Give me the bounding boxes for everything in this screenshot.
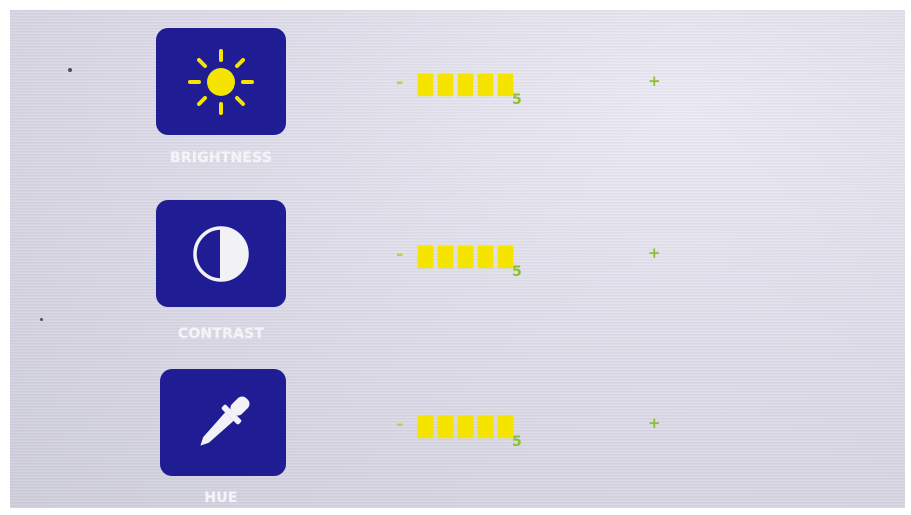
level-segment: [418, 74, 433, 96]
brightness-increase[interactable]: +: [648, 72, 661, 90]
hue-row[interactable]: HUE - 5 +: [10, 368, 905, 508]
level-segment: [438, 416, 453, 438]
eyedropper-icon: [200, 395, 250, 446]
level-segment: [478, 416, 493, 438]
brightness-slider[interactable]: - 5 +: [396, 72, 676, 112]
hue-value: 5: [512, 434, 522, 450]
brightness-level-bars: [418, 74, 513, 96]
hue-increase[interactable]: +: [648, 414, 661, 432]
contrast-slider[interactable]: - 5 +: [396, 244, 676, 284]
level-segment: [438, 74, 453, 96]
osd-screen: BRIGHTNESS - 5 + CONTRAST - 5 + HUE - 5 …: [10, 10, 905, 508]
level-segment: [478, 246, 493, 268]
level-segment: [498, 416, 513, 438]
level-segment: [498, 74, 513, 96]
hue-tile[interactable]: [160, 369, 286, 476]
contrast-increase[interactable]: +: [648, 244, 661, 262]
contrast-label: CONTRAST: [177, 326, 265, 342]
hue-decrease[interactable]: -: [396, 414, 403, 435]
brightness-row[interactable]: BRIGHTNESS - 5 +: [10, 26, 905, 186]
contrast-tile[interactable]: [156, 200, 286, 307]
brightness-tile[interactable]: [156, 28, 286, 135]
level-segment: [418, 246, 433, 268]
sun-icon: [188, 48, 254, 115]
contrast-icon: [193, 225, 249, 282]
level-segment: [458, 246, 473, 268]
contrast-row[interactable]: CONTRAST - 5 +: [10, 200, 905, 360]
hue-label: HUE: [204, 490, 238, 506]
hue-level-bars: [418, 416, 513, 438]
level-segment: [498, 246, 513, 268]
hue-slider[interactable]: - 5 +: [396, 414, 676, 454]
brightness-value: 5: [512, 92, 522, 108]
level-segment: [458, 74, 473, 96]
level-segment: [478, 74, 493, 96]
level-segment: [438, 246, 453, 268]
brightness-label: BRIGHTNESS: [169, 150, 273, 166]
contrast-level-bars: [418, 246, 513, 268]
contrast-value: 5: [512, 264, 522, 280]
brightness-decrease[interactable]: -: [396, 72, 403, 93]
level-segment: [418, 416, 433, 438]
level-segment: [458, 416, 473, 438]
contrast-decrease[interactable]: -: [396, 244, 403, 265]
